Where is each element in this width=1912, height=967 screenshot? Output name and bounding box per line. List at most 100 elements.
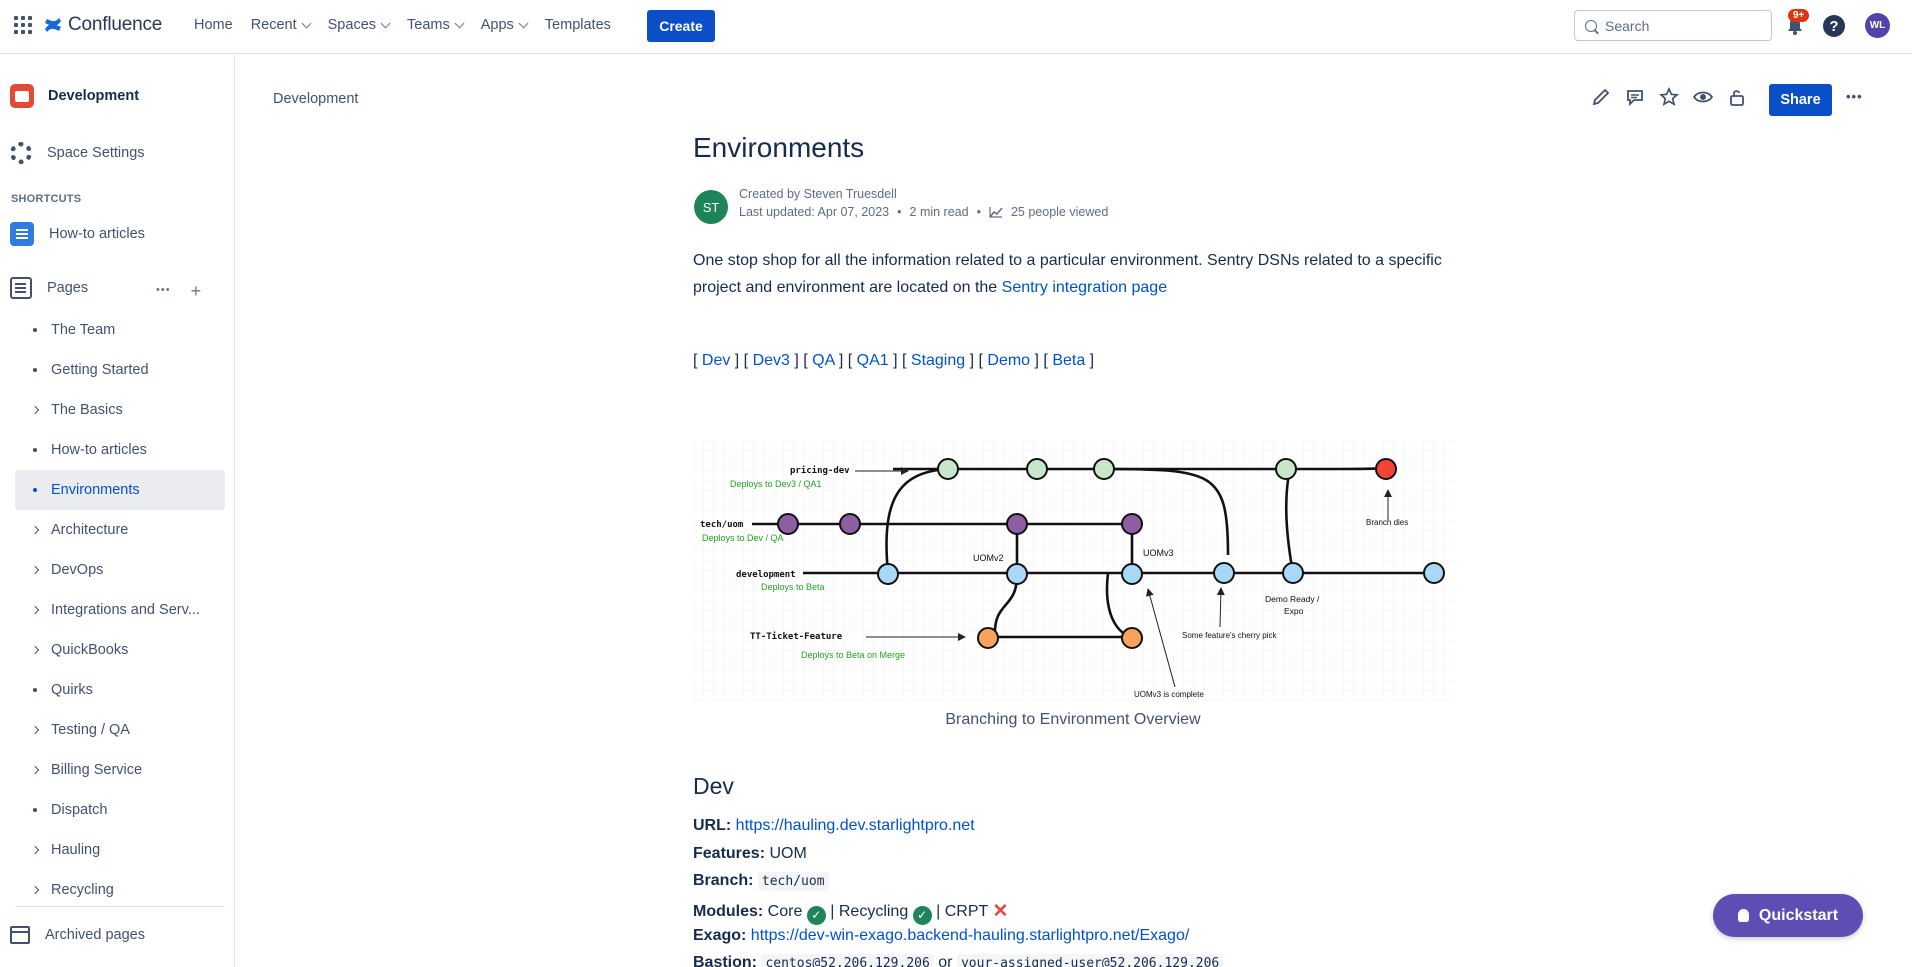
env-link-qa[interactable]: QA <box>812 352 834 369</box>
sidebar-tree-item[interactable]: How-to articles <box>15 430 225 470</box>
restrictions-lock-icon[interactable] <box>1726 86 1748 108</box>
label-tech-uom: tech/uom <box>700 520 744 530</box>
label-development: development <box>736 570 796 580</box>
more-actions-icon[interactable]: ••• <box>1846 89 1863 104</box>
share-button[interactable]: Share <box>1769 84 1832 116</box>
nav-spaces-label: Spaces <box>327 17 377 33</box>
last-updated[interactable]: Last updated: Apr 07, 2023 <box>739 205 889 219</box>
module-recycling: Recycling <box>838 903 909 920</box>
label-uomv3-complete: UOMv3 is complete <box>1134 690 1204 699</box>
tree-item-label: Architecture <box>51 522 129 538</box>
exago-label: Exago: <box>693 927 747 944</box>
sidebar-tree-item[interactable]: Hauling <box>15 830 225 870</box>
expand-chevron-icon[interactable] <box>25 765 45 775</box>
dev-features-row: Features: UOM <box>693 845 807 863</box>
bullet-icon <box>25 808 45 812</box>
user-avatar[interactable]: WL <box>1865 13 1890 38</box>
tree-item-label: Billing Service <box>51 762 143 778</box>
pages-section[interactable]: Pages <box>10 277 88 299</box>
tree-item-label: The Team <box>51 322 116 338</box>
label-pricing-dev: pricing-dev <box>790 465 850 476</box>
dev-heading: Dev <box>693 773 734 799</box>
dev-exago-row: Exago: https://dev-win-exago.backend-hau… <box>693 927 1189 945</box>
environment-links: [ Dev ] [ Dev3 ] [ QA ] [ QA1 ] [ Stagin… <box>693 352 1095 369</box>
label-pricing-deploy: Deploys to Dev3 / QA1 <box>730 479 822 489</box>
dev-url-link[interactable]: https://hauling.dev.starlightpro.net <box>736 817 975 834</box>
confluence-logo[interactable]: Confluence <box>44 14 162 36</box>
tree-item-label: Testing / QA <box>51 722 130 738</box>
sidebar-tree-item[interactable]: Recycling <box>15 870 225 910</box>
comment-icon[interactable] <box>1624 86 1646 108</box>
analytics-chart-icon <box>989 207 1003 218</box>
env-link-qa1[interactable]: QA1 <box>857 352 889 369</box>
help-icon[interactable]: ? <box>1823 15 1845 37</box>
sidebar-tree-item[interactable]: Architecture <box>15 510 225 550</box>
breadcrumb[interactable]: Development <box>273 91 358 107</box>
nav-templates[interactable]: Templates <box>545 17 611 33</box>
space-sidebar: Development Space Settings SHORTCUTS How… <box>0 55 235 967</box>
label-feature: TT-Ticket-Feature <box>750 631 843 642</box>
expand-chevron-icon[interactable] <box>25 725 45 735</box>
sidebar-tree-item[interactable]: Testing / QA <box>15 710 225 750</box>
sidebar-tree-item[interactable]: Billing Service <box>15 750 225 790</box>
nav-teams[interactable]: Teams <box>407 17 465 33</box>
gear-icon <box>10 142 32 164</box>
nav-spaces[interactable]: Spaces <box>327 17 391 33</box>
quickstart-button[interactable]: Quickstart <box>1713 894 1863 937</box>
sidebar-tree-item[interactable]: The Team <box>15 310 225 350</box>
pages-label: Pages <box>47 280 89 296</box>
app-switcher-icon[interactable] <box>14 16 32 34</box>
expand-chevron-icon[interactable] <box>25 525 45 535</box>
meta-separator: • <box>897 205 902 219</box>
env-link-beta[interactable]: Beta <box>1052 352 1085 369</box>
space-settings-link[interactable]: Space Settings <box>10 142 145 164</box>
nav-apps[interactable]: Apps <box>481 17 529 33</box>
search-placeholder: Search <box>1605 17 1650 34</box>
sidebar-tree-item[interactable]: Environments <box>15 470 225 510</box>
env-link-dev3[interactable]: Dev3 <box>753 352 790 369</box>
viewers-count[interactable]: 25 people viewed <box>1011 205 1108 219</box>
expand-chevron-icon[interactable] <box>25 845 45 855</box>
sidebar-tree-item[interactable]: Dispatch <box>15 790 225 830</box>
env-link-dev[interactable]: Dev <box>702 352 730 369</box>
env-link-demo[interactable]: Demo <box>987 352 1030 369</box>
branching-diagram[interactable]: pricing-dev tech/uom development TT-Tick… <box>693 440 1453 702</box>
bullet-icon <box>25 488 45 492</box>
archived-pages-link[interactable]: Archived pages <box>10 926 145 944</box>
space-name: Development <box>48 88 140 104</box>
sidebar-tree-item[interactable]: QuickBooks <box>15 630 225 670</box>
expand-chevron-icon[interactable] <box>25 405 45 415</box>
sentry-integration-link[interactable]: Sentry integration page <box>1002 279 1167 296</box>
create-button[interactable]: Create <box>647 10 715 42</box>
tree-item-label: DevOps <box>51 562 104 578</box>
watch-eye-icon[interactable] <box>1692 86 1714 108</box>
shortcut-howto-articles[interactable]: How-to articles <box>10 222 145 246</box>
expand-chevron-icon[interactable] <box>25 605 45 615</box>
sidebar-tree-item[interactable]: Integrations and Serv... <box>15 590 225 630</box>
created-by[interactable]: Created by Steven Truesdell <box>739 187 897 201</box>
more-options-icon[interactable]: ••• <box>156 281 171 302</box>
nav-home[interactable]: Home <box>194 17 233 33</box>
read-time: 2 min read <box>909 205 969 219</box>
expand-chevron-icon[interactable] <box>25 565 45 575</box>
author-avatar[interactable]: ST <box>694 190 728 224</box>
star-icon[interactable] <box>1658 86 1680 108</box>
expand-chevron-icon[interactable] <box>25 885 45 895</box>
search-icon <box>1585 19 1597 32</box>
sidebar-tree-item[interactable]: Quirks <box>15 670 225 710</box>
sidebar-tree-item[interactable]: DevOps <box>15 550 225 590</box>
bullet-icon <box>25 328 45 332</box>
nav-recent[interactable]: Recent <box>251 17 312 33</box>
label-demo-ready: Demo Ready / <box>1265 594 1320 604</box>
env-link-staging[interactable]: Staging <box>911 352 965 369</box>
add-page-icon[interactable]: + <box>191 281 202 302</box>
sidebar-tree-item[interactable]: The Basics <box>15 390 225 430</box>
branch-label: Branch: <box>693 872 754 889</box>
expand-chevron-icon[interactable] <box>25 645 45 655</box>
search-input[interactable]: Search <box>1574 10 1772 41</box>
sidebar-tree-item[interactable]: Getting Started <box>15 350 225 390</box>
space-header[interactable]: Development <box>10 84 139 108</box>
edit-pencil-icon[interactable] <box>1590 86 1612 108</box>
exago-link[interactable]: https://dev-win-exago.backend-hauling.st… <box>751 927 1189 944</box>
nav-home-label: Home <box>194 17 233 33</box>
